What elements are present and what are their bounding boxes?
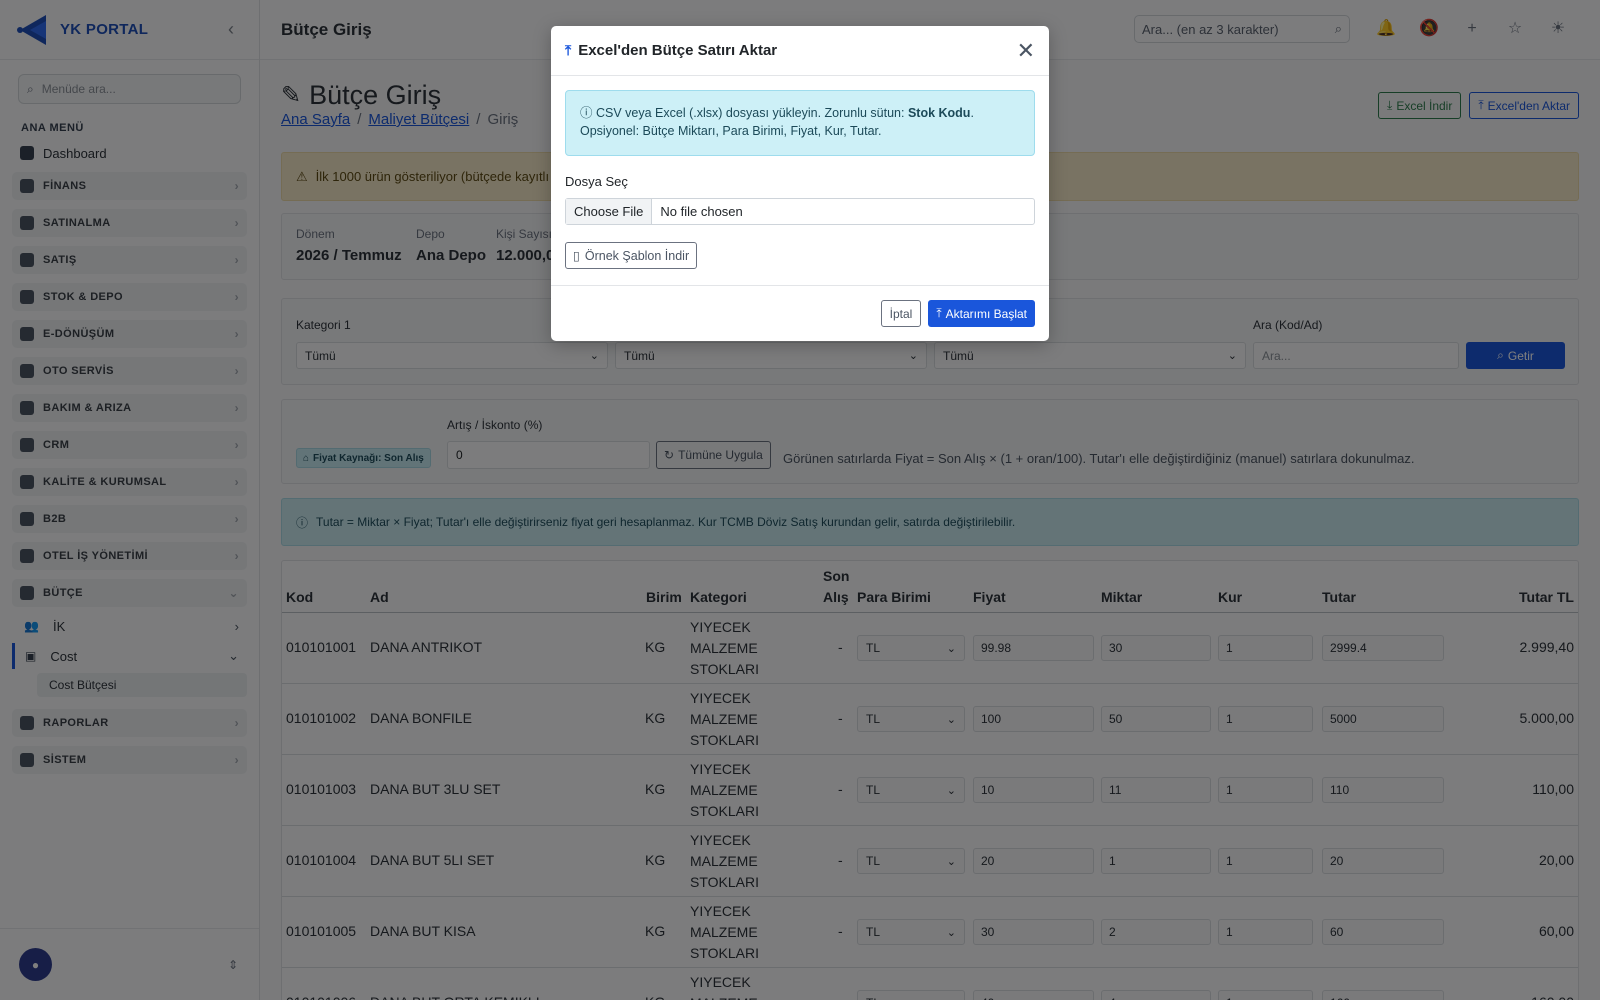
file-icon: ▯ bbox=[573, 249, 580, 263]
file-input[interactable]: Choose File No file chosen bbox=[565, 198, 1035, 225]
info-icon: ⓘ bbox=[580, 106, 593, 120]
choose-file-button[interactable]: Choose File bbox=[566, 199, 653, 224]
info-optional-columns: Opsiyonel: Bütçe Miktarı, Para Birimi, F… bbox=[580, 124, 882, 138]
file-label: Dosya Seç bbox=[565, 174, 628, 189]
info-text: . bbox=[970, 106, 974, 120]
excel-import-modal: ⤒ Excel'den Bütçe Satırı Aktar ✕ ⓘ CSV v… bbox=[551, 26, 1049, 341]
start-import-button[interactable]: ⤒ Aktarımı Başlat bbox=[928, 300, 1035, 327]
file-status: No file chosen bbox=[660, 204, 743, 219]
upload-icon: ⤒ bbox=[565, 42, 572, 58]
button-label: Aktarımı Başlat bbox=[945, 306, 1027, 321]
modal-body: ⓘ CSV veya Excel (.xlsx) dosyası yükleyi… bbox=[551, 76, 1049, 269]
cancel-button[interactable]: İptal bbox=[880, 300, 922, 327]
modal-footer: İptal ⤒ Aktarımı Başlat bbox=[551, 285, 1049, 341]
modal-header: ⤒ Excel'den Bütçe Satırı Aktar ✕ bbox=[551, 26, 1049, 76]
button-label: Örnek Şablon İndir bbox=[584, 248, 690, 263]
modal-info-alert: ⓘ CSV veya Excel (.xlsx) dosyası yükleyi… bbox=[565, 90, 1035, 156]
info-text: CSV veya Excel (.xlsx) dosyası yükleyin.… bbox=[596, 106, 905, 120]
modal-title: ⤒ Excel'den Bütçe Satırı Aktar bbox=[565, 42, 777, 59]
modal-title-text: Excel'den Bütçe Satırı Aktar bbox=[578, 42, 778, 59]
info-required-column: Stok Kodu bbox=[907, 106, 971, 120]
close-icon[interactable]: ✕ bbox=[1017, 39, 1035, 62]
upload-icon: ⤒ bbox=[936, 306, 942, 320]
download-template-button[interactable]: ▯ Örnek Şablon İndir bbox=[565, 242, 698, 269]
